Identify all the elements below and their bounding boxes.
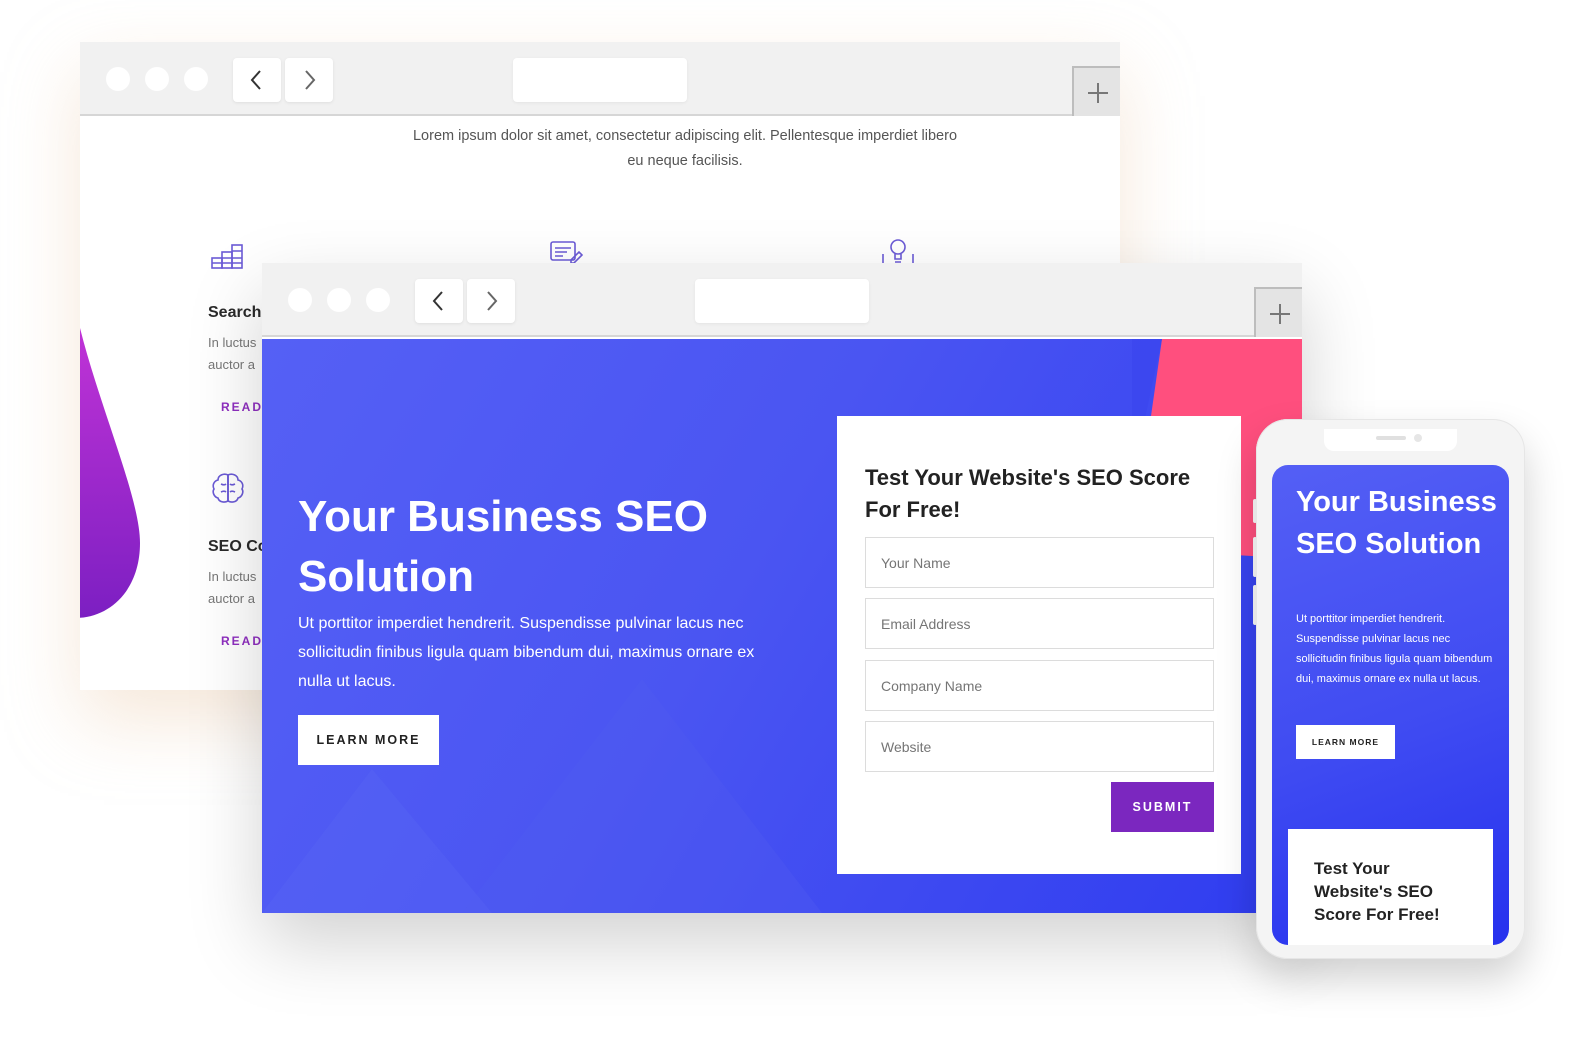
hero-section: Your Business SEO Solution Ut porttitor … bbox=[262, 339, 1302, 913]
back-button[interactable] bbox=[233, 58, 281, 102]
new-tab-button[interactable] bbox=[1072, 66, 1120, 116]
back-browser-toolbar bbox=[80, 42, 1120, 116]
learn-more-button[interactable]: LEARN MORE bbox=[298, 715, 439, 765]
submit-button[interactable]: SUBMIT bbox=[1111, 782, 1214, 832]
lightbulb-icon bbox=[882, 239, 914, 263]
back-button[interactable] bbox=[415, 279, 463, 323]
phone-hero-title: Your Business SEO Solution bbox=[1296, 486, 1497, 560]
phone-side-button bbox=[1253, 585, 1257, 625]
company-field[interactable] bbox=[865, 660, 1214, 711]
forward-button[interactable] bbox=[285, 58, 333, 102]
phone-notch bbox=[1324, 429, 1457, 451]
phone-form-card: Test Your Website's SEO Score For Free! bbox=[1288, 829, 1493, 945]
email-field[interactable] bbox=[865, 598, 1214, 649]
feature-text: auctor a bbox=[208, 591, 255, 606]
phone-mockup: Your Business SEO Solution Ut porttitor … bbox=[1253, 419, 1525, 959]
chevron-right-icon bbox=[305, 70, 316, 90]
hero-title: Your Business SEO Solution bbox=[298, 492, 708, 601]
phone-form-title: Test Your Website's SEO Score For Free! bbox=[1314, 859, 1440, 924]
window-close-dot[interactable] bbox=[288, 288, 312, 312]
front-browser-window: Your Business SEO Solution Ut porttitor … bbox=[262, 263, 1302, 913]
phone-learn-more-button[interactable]: LEARN MORE bbox=[1296, 725, 1395, 759]
hero-subtitle: Ut porttitor imperdiet hendrerit. Suspen… bbox=[298, 615, 755, 690]
website-field[interactable] bbox=[865, 721, 1214, 772]
phone-hero-subtitle: Ut porttitor imperdiet hendrerit. Suspen… bbox=[1296, 613, 1493, 685]
read-more-link[interactable]: READ bbox=[221, 634, 263, 648]
name-field[interactable] bbox=[865, 537, 1214, 588]
feature-title: SEO Co bbox=[208, 538, 268, 555]
intro-text: Lorem ipsum dolor sit amet, consectetur … bbox=[412, 128, 958, 169]
window-maximize-dot[interactable] bbox=[184, 67, 208, 91]
window-close-dot[interactable] bbox=[106, 67, 130, 91]
window-maximize-dot[interactable] bbox=[366, 288, 390, 312]
plus-icon bbox=[1270, 304, 1290, 324]
feature-title: Search bbox=[208, 304, 262, 321]
chevron-right-icon bbox=[487, 291, 498, 311]
phone-side-button bbox=[1253, 537, 1257, 577]
front-browser-toolbar bbox=[262, 263, 1302, 337]
phone-screen: Your Business SEO Solution Ut porttitor … bbox=[1272, 465, 1509, 945]
brain-icon bbox=[212, 473, 244, 503]
phone-speaker bbox=[1376, 436, 1406, 440]
chevron-left-icon bbox=[432, 291, 443, 311]
phone-side-button bbox=[1253, 499, 1257, 523]
phone-camera bbox=[1414, 434, 1422, 442]
feature-text: In luctus bbox=[208, 335, 257, 350]
read-more-link[interactable]: READ bbox=[221, 400, 263, 414]
stairs-chart-icon bbox=[211, 244, 243, 269]
mockup-stage: Lorem ipsum dolor sit amet, consectetur … bbox=[0, 0, 1590, 1056]
address-bar[interactable] bbox=[513, 58, 687, 102]
feature-text: auctor a bbox=[208, 357, 255, 372]
address-bar[interactable] bbox=[695, 279, 869, 323]
forward-button[interactable] bbox=[467, 279, 515, 323]
window-minimize-dot[interactable] bbox=[145, 67, 169, 91]
form-title: Test Your Website's SEO Score For Free! bbox=[865, 465, 1191, 522]
plus-icon bbox=[1088, 83, 1108, 103]
feature-text: In luctus bbox=[208, 569, 257, 584]
chevron-left-icon bbox=[250, 70, 261, 90]
purple-drop-shape bbox=[80, 328, 140, 618]
seo-score-form: Test Your Website's SEO Score For Free! … bbox=[837, 416, 1241, 874]
new-tab-button[interactable] bbox=[1254, 287, 1302, 337]
window-minimize-dot[interactable] bbox=[327, 288, 351, 312]
